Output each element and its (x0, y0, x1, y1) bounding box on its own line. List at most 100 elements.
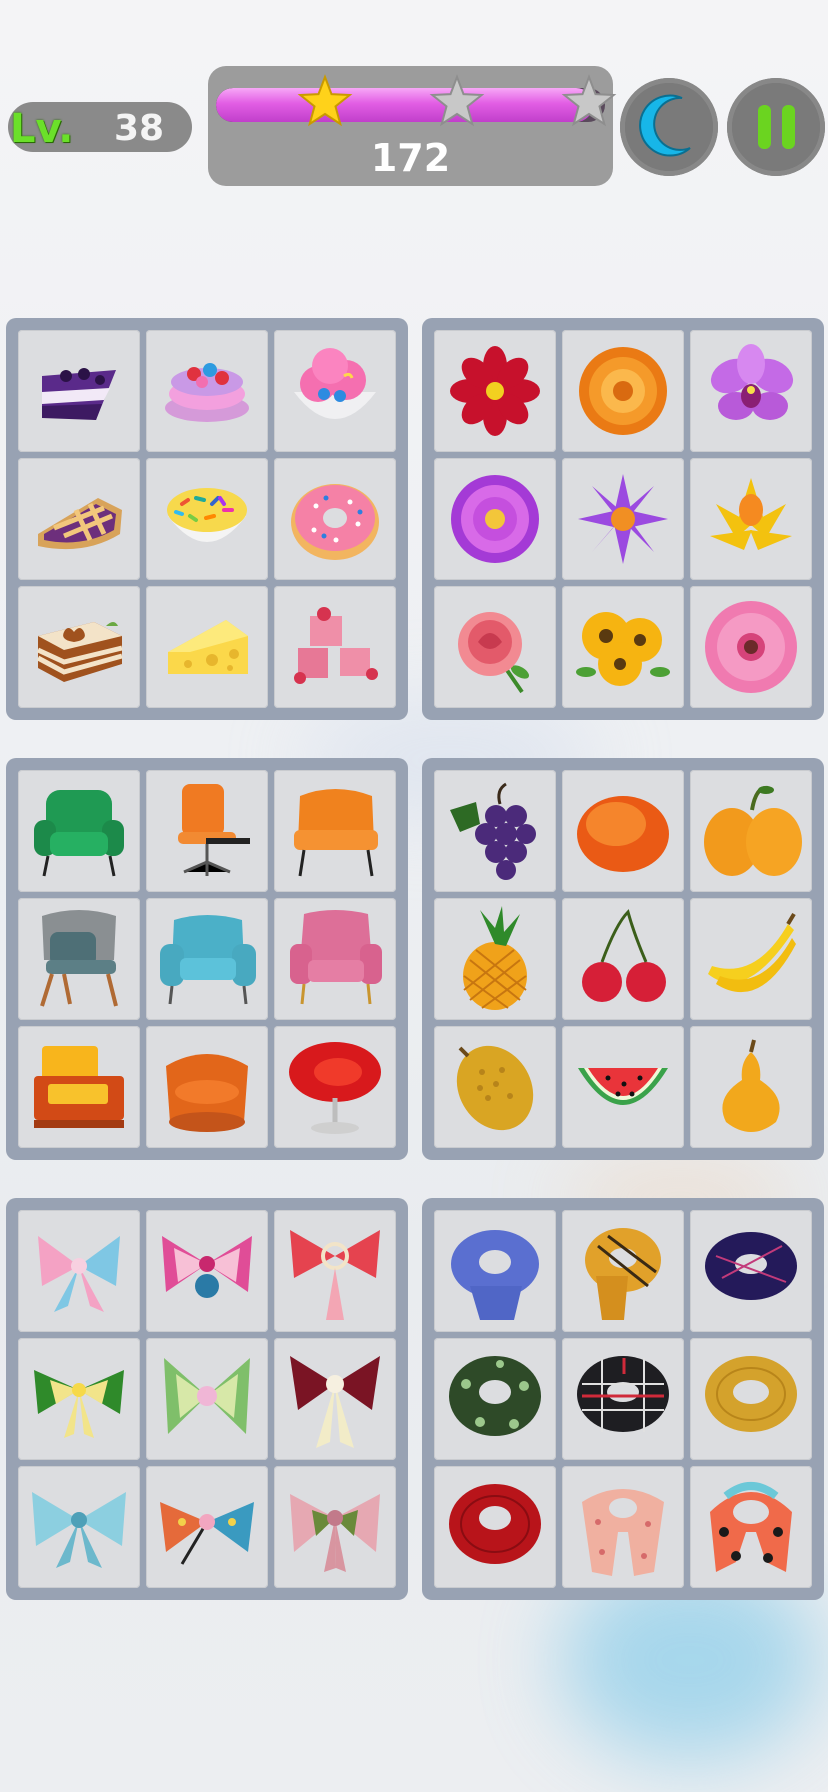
tile-ice-cream-bowl[interactable] (274, 330, 396, 452)
tile-mustard-scarf[interactable] (562, 1210, 684, 1332)
pink-checked-bow-icon (290, 1494, 380, 1572)
tile-office-chair[interactable] (146, 770, 268, 892)
tile-pink-bell-bow[interactable] (146, 1210, 268, 1332)
tile-patterned-bow[interactable] (146, 1466, 268, 1588)
tile-violet-dahlia[interactable] (434, 458, 556, 580)
purple-orchid-icon (710, 344, 794, 420)
tile-blue-bow[interactable] (18, 1466, 140, 1588)
orange-lounge-chair-icon (294, 789, 378, 877)
yellow-knit-scarf-icon (705, 1356, 797, 1432)
burgundy-bow-icon (290, 1356, 380, 1448)
tile-peach-floral-scarf[interactable] (562, 1466, 684, 1588)
progress-panel: 172 (208, 66, 617, 186)
pause-icon (732, 83, 820, 171)
tile-pie[interactable] (18, 458, 140, 580)
green-armchair-icon (34, 790, 124, 877)
tile-navy-scarf[interactable] (690, 1210, 812, 1332)
orange-barrel-chair-icon (166, 1054, 248, 1132)
tile-pink-armchair[interactable] (274, 898, 396, 1020)
tile-pastel-bow[interactable] (18, 1210, 140, 1332)
green-paisley-scarf-icon (449, 1356, 541, 1436)
tile-orange-lounge-chair[interactable] (274, 770, 396, 892)
tile-yellow-knit-scarf[interactable] (690, 1338, 812, 1460)
tile-purple-lotus[interactable] (562, 458, 684, 580)
moon-button[interactable] (620, 78, 718, 176)
grapes-icon (450, 782, 536, 880)
tile-blue-armchair[interactable] (146, 898, 268, 1020)
violet-dahlia-icon (451, 475, 539, 563)
red-knit-scarf-icon (449, 1484, 541, 1564)
tile-mango[interactable] (562, 770, 684, 892)
peach-floral-scarf-icon (582, 1489, 664, 1576)
tile-donut[interactable] (274, 458, 396, 580)
tile-pink-gerbera[interactable] (690, 586, 812, 708)
tile-yellow-sofa-chair[interactable] (18, 1026, 140, 1148)
tile-polka-scarf[interactable] (690, 1466, 812, 1588)
tile-purple-orchid[interactable] (690, 330, 812, 452)
cheese-icon (168, 620, 248, 674)
tile-orange-barrel-chair[interactable] (146, 1026, 268, 1148)
pineapple-icon (463, 906, 527, 1010)
tile-sprinkles-bowl[interactable] (146, 458, 268, 580)
moon-icon (625, 83, 713, 171)
tile-pink-rose[interactable] (434, 586, 556, 708)
tile-plaid-scarf[interactable] (562, 1338, 684, 1460)
tile-green-bow[interactable] (18, 1338, 140, 1460)
mango-icon (577, 796, 669, 872)
tile-durian[interactable] (434, 1026, 556, 1148)
ice-cream-bowl-icon (294, 348, 376, 419)
tile-pear[interactable] (690, 1026, 812, 1148)
tile-cherries[interactable] (562, 898, 684, 1020)
tile-red-dahlia[interactable] (434, 330, 556, 452)
kumquats-icon (704, 785, 802, 876)
tile-jelly-cubes[interactable] (274, 586, 396, 708)
berry-cake-icon (42, 368, 116, 420)
level-prefix: Lv. (10, 106, 74, 152)
tile-orange-chrysanthemum[interactable] (562, 330, 684, 452)
star-icon (562, 74, 617, 127)
sprinkles-bowl-icon (167, 488, 247, 542)
pink-armchair-icon (290, 910, 382, 1005)
pastel-bow-icon (38, 1236, 120, 1312)
tile-cheese[interactable] (146, 586, 268, 708)
tile-green-lace-bow[interactable] (146, 1338, 268, 1460)
green-bow-icon (34, 1370, 124, 1438)
tile-tiramisu[interactable] (18, 586, 140, 708)
tile-grapes[interactable] (434, 770, 556, 892)
level-badge: Lv. 38 (8, 102, 192, 152)
pie-icon (38, 498, 122, 550)
yellow-sofa-chair-icon (34, 1046, 124, 1128)
tile-pineapple[interactable] (434, 898, 556, 1020)
tile-bananas[interactable] (690, 898, 812, 1020)
tile-pink-checked-bow[interactable] (274, 1466, 396, 1588)
tile-red-knit-scarf[interactable] (434, 1466, 556, 1588)
tile-blue-scarf[interactable] (434, 1210, 556, 1332)
tile-berry-cake[interactable] (18, 330, 140, 452)
tile-yellow-lotus[interactable] (690, 458, 812, 580)
tile-green-armchair[interactable] (18, 770, 140, 892)
tile-burgundy-bow[interactable] (274, 1338, 396, 1460)
pink-gerbera-icon (705, 601, 797, 693)
mustard-scarf-icon (585, 1228, 661, 1320)
tile-kumquats[interactable] (690, 770, 812, 892)
board-chairs (6, 758, 408, 1160)
patterned-bow-icon (160, 1502, 254, 1565)
watermelon-slice-icon (578, 1068, 668, 1105)
star-icon (429, 74, 485, 127)
tile-grey-lounge-chair[interactable] (18, 898, 140, 1020)
donut-icon (291, 484, 379, 560)
purple-lotus-icon (578, 474, 668, 564)
tile-green-paisley-scarf[interactable] (434, 1338, 556, 1460)
red-egg-chair-icon (289, 1042, 381, 1134)
tile-watermelon-slice[interactable] (562, 1026, 684, 1148)
tile-red-tassel-bow[interactable] (274, 1210, 396, 1332)
progress-bar (216, 88, 605, 122)
red-tassel-bow-icon (290, 1230, 380, 1320)
board-bows (6, 1198, 408, 1600)
tile-red-egg-chair[interactable] (274, 1026, 396, 1148)
tiramisu-icon (36, 622, 123, 682)
tile-yellow-daisies[interactable] (562, 586, 684, 708)
pause-button[interactable] (727, 78, 825, 176)
tile-macaron[interactable] (146, 330, 268, 452)
board-scarves (422, 1198, 824, 1600)
